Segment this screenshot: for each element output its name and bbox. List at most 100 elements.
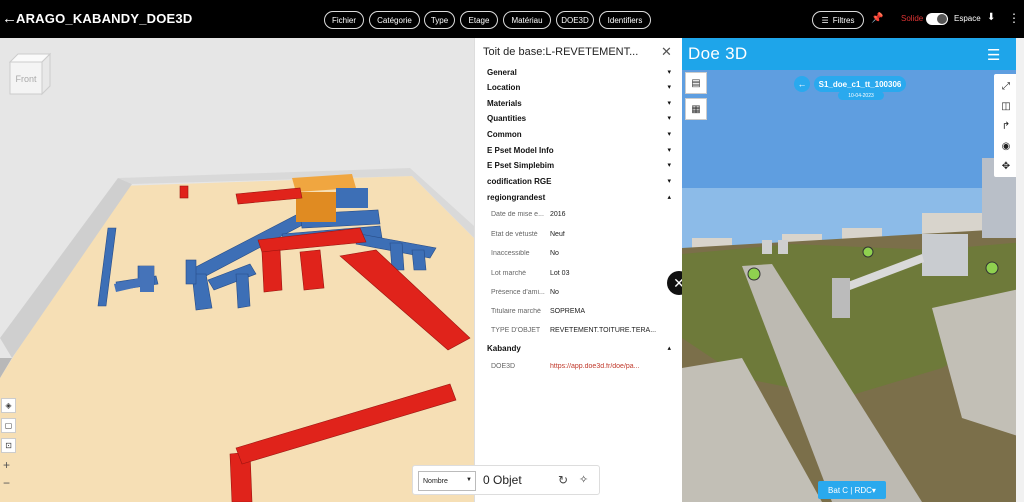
- map-button[interactable]: ▦: [685, 98, 707, 120]
- solide-espace-toggle[interactable]: [926, 13, 948, 25]
- chevron-down-icon: ▾: [667, 147, 671, 154]
- layers-tool-button[interactable]: ◈: [1, 398, 16, 413]
- section-regiongrandest[interactable]: regiongrandest ▴: [487, 193, 671, 207]
- section-label: regiongrandest: [487, 193, 546, 202]
- prop-value: REVETEMENT.TOITURE.TERA...: [550, 327, 657, 334]
- section-kabandy[interactable]: Kabandy ▴: [487, 344, 671, 358]
- close-icon[interactable]: ✕: [661, 44, 672, 60]
- filter-chip-categorie[interactable]: Catégorie: [369, 11, 420, 29]
- chevron-down-icon: ▾: [667, 115, 671, 122]
- focus-icon: ⊡: [5, 441, 12, 450]
- doe3d-logo: Doe 3D: [688, 44, 748, 63]
- prop-value: No: [550, 289, 559, 296]
- filter-chip-materiau[interactable]: Matériau: [503, 11, 551, 29]
- panel-title: Toit de base:L-REVETEMENT...: [483, 46, 639, 58]
- section-label: Kabandy: [487, 344, 521, 353]
- section-label: E Pset Model Info: [487, 146, 554, 155]
- prop-value: 2016: [550, 211, 566, 218]
- pin-icon[interactable]: 📌: [871, 13, 883, 24]
- filter-icon: ☰: [821, 15, 829, 25]
- view-cube[interactable]: Front: [6, 52, 52, 98]
- doe3d-header: Doe 3D ☰: [682, 38, 1024, 70]
- prop-value: SOPREMA: [550, 308, 586, 315]
- filter-chip-doe3d[interactable]: DOE3D: [556, 11, 594, 29]
- filter-chip-identifiers[interactable]: Identifiers: [599, 11, 651, 29]
- location-button[interactable]: Bat C | RDC ▾: [818, 481, 886, 499]
- chevron-down-icon: ▾: [667, 69, 671, 76]
- count-mode-select[interactable]: Nombre ▼: [418, 471, 476, 491]
- section-tool-button[interactable]: ▢: [1, 418, 16, 433]
- scene-back-button[interactable]: ←: [794, 76, 810, 92]
- 3d-viewer[interactable]: Front ◈ ▢ ⊡ + −: [0, 38, 474, 502]
- split-view-icon[interactable]: ◫: [994, 96, 1018, 116]
- document-button[interactable]: ▤: [685, 72, 707, 94]
- download-icon[interactable]: ⬇: [987, 12, 995, 23]
- prop-key: Titulaire marché: [491, 308, 541, 315]
- section-e-pset-simplebim[interactable]: E Pset Simplebim ▾: [487, 161, 671, 175]
- more-vertical-icon[interactable]: ⋮: [1008, 11, 1020, 25]
- chevron-down-icon: ▾: [667, 178, 671, 185]
- back-arrow-icon[interactable]: ←: [2, 11, 17, 27]
- espace-label: Espace: [954, 14, 981, 23]
- object-count: 0 Objet: [483, 473, 522, 487]
- section-label: codification RGE: [487, 177, 552, 186]
- chevron-up-icon: ▴: [667, 194, 671, 201]
- section-label: General: [487, 68, 517, 77]
- locate-icon[interactable]: ✥: [994, 156, 1018, 176]
- selection-bar: Nombre ▼ 0 Objet ↻ ✧: [412, 465, 600, 495]
- filter-chip-type[interactable]: Type: [424, 11, 455, 29]
- solide-label: Solide: [901, 14, 924, 23]
- chevron-down-icon: ▾: [667, 162, 671, 169]
- prop-value: No: [550, 250, 559, 257]
- section-label: Materials: [487, 99, 522, 108]
- filters-button[interactable]: ☰ Filtres: [812, 11, 864, 29]
- map-icon: ▦: [691, 103, 701, 115]
- menu-icon[interactable]: ☰: [987, 46, 1000, 64]
- select-value: Nombre: [423, 477, 448, 485]
- section-materials[interactable]: Materials ▾: [487, 99, 671, 113]
- chevron-down-icon: ▾: [667, 131, 671, 138]
- section-label: Quantities: [487, 114, 527, 123]
- section-location[interactable]: Location ▾: [487, 83, 671, 97]
- zoom-out-button[interactable]: −: [3, 476, 10, 490]
- panorama-view[interactable]: [682, 38, 1024, 502]
- scene-date: 10-04-2023: [838, 91, 884, 100]
- caret-down-icon: ▾: [871, 485, 876, 495]
- layers-icon: ◈: [5, 401, 12, 410]
- section-box-icon: ▢: [4, 421, 13, 430]
- eye-icon[interactable]: ◉: [994, 136, 1018, 156]
- refresh-icon[interactable]: ↻: [558, 473, 568, 487]
- zoom-in-button[interactable]: +: [3, 458, 10, 472]
- prop-value: Neuf: [550, 231, 565, 238]
- panorama-toolbar: ⤢ ◫ ↱ ◉ ✥: [994, 74, 1018, 177]
- properties-panel: Toit de base:L-REVETEMENT... ✕ General ▾ …: [474, 38, 682, 502]
- filter-chip-etage[interactable]: Etage: [460, 11, 498, 29]
- section-general[interactable]: General ▾: [487, 68, 671, 82]
- prop-key: Inaccessible: [491, 250, 530, 257]
- prop-value: Lot 03: [550, 270, 570, 277]
- section-label: Location: [487, 83, 521, 92]
- prop-key: Date de mise e...: [491, 211, 544, 218]
- section-common[interactable]: Common ▾: [487, 130, 671, 144]
- section-e-pset-model-info[interactable]: E Pset Model Info ▾: [487, 146, 671, 160]
- prop-key: Etat de vétusté: [491, 231, 538, 238]
- top-bar: ← ARAGO_KABANDY_DOE3D Fichier Catégorie …: [0, 0, 1024, 38]
- viewcube-face-label: Front: [15, 74, 37, 84]
- section-codification-rge[interactable]: codification RGE ▾: [487, 177, 671, 191]
- prop-key: TYPE D'OBJET: [491, 327, 541, 334]
- toggle-knob: [937, 14, 947, 24]
- 3d-model-canvas[interactable]: [0, 38, 474, 502]
- chevron-up-icon: ▴: [667, 345, 671, 352]
- section-quantities[interactable]: Quantities ▾: [487, 114, 671, 128]
- focus-tool-button[interactable]: ⊡: [1, 438, 16, 453]
- prop-key: Présence d'ami...: [491, 289, 545, 296]
- prop-key: Lot marché: [491, 270, 527, 277]
- share-icon[interactable]: ↱: [994, 116, 1018, 136]
- fullscreen-icon[interactable]: ⤢: [994, 76, 1018, 96]
- prop-key: DOE3D: [491, 363, 516, 370]
- magic-wand-icon[interactable]: ✧: [579, 473, 588, 486]
- right-scrollbar[interactable]: [1016, 38, 1024, 502]
- doe3d-link[interactable]: https://app.doe3d.fr/doe/pa...: [550, 363, 660, 370]
- filter-chip-fichier[interactable]: Fichier: [324, 11, 364, 29]
- chevron-down-icon: ▾: [667, 100, 671, 107]
